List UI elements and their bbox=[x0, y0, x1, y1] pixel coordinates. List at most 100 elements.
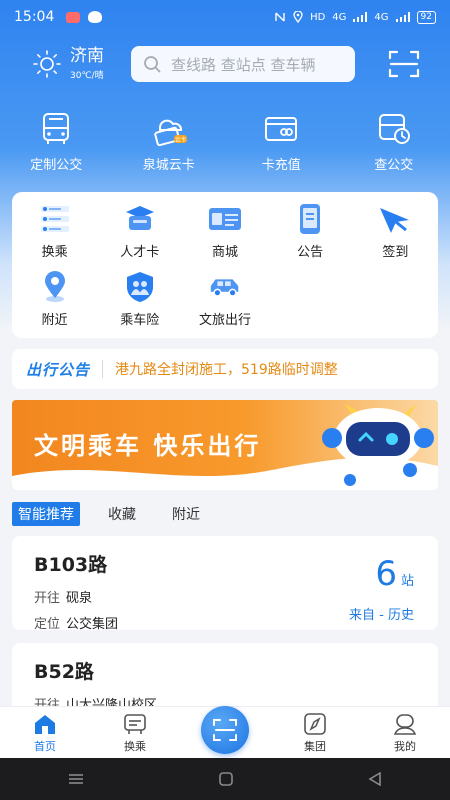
quick-label: 定制公交 bbox=[30, 158, 83, 173]
quick-card-recharge[interactable]: 卡充值 bbox=[225, 110, 338, 173]
nav-transfer[interactable]: 换乘 bbox=[90, 707, 180, 758]
tour-car-icon bbox=[210, 279, 239, 297]
banner-slogan: 文明乘车 快乐出行 bbox=[34, 432, 262, 460]
nfc-icon bbox=[275, 12, 285, 22]
service-transfer[interactable]: 换乘 bbox=[12, 204, 97, 272]
route-name: B52路 bbox=[34, 661, 94, 683]
nearby-icon bbox=[44, 271, 65, 302]
loc-label: 定位 bbox=[34, 617, 61, 632]
robot-mascot-icon bbox=[322, 404, 434, 490]
cloud-card-icon: 云卡 bbox=[154, 119, 187, 147]
service-mall[interactable]: 商城 bbox=[182, 204, 267, 272]
profile-icon bbox=[393, 714, 417, 735]
service-label: 文旅出行 bbox=[198, 313, 251, 328]
dest-value: 砚泉 bbox=[66, 591, 93, 606]
notice-tag: 出行公告 bbox=[26, 360, 91, 379]
announcement-icon bbox=[300, 204, 321, 234]
route-name: B103路 bbox=[34, 554, 108, 576]
app-notification-icon bbox=[88, 11, 103, 23]
cloud-card-badge: 云卡 bbox=[175, 136, 187, 144]
nav-label: 换乘 bbox=[124, 740, 146, 753]
route-source: 来自 - 历史 bbox=[349, 608, 414, 623]
qr-scan-icon bbox=[213, 719, 237, 741]
system-nav-bar bbox=[0, 758, 450, 800]
status-time: 15:04 bbox=[14, 9, 55, 25]
service-label: 公告 bbox=[297, 245, 324, 260]
checkin-icon bbox=[380, 208, 410, 233]
service-tour-travel[interactable]: 文旅出行 bbox=[182, 272, 267, 340]
transfer-nav-icon bbox=[124, 714, 146, 734]
menu-icon[interactable] bbox=[68, 773, 84, 785]
service-checkin[interactable]: 签到 bbox=[353, 204, 438, 272]
dest-label: 开往 bbox=[34, 591, 61, 606]
eta-unit: 站 bbox=[400, 574, 414, 589]
signal-1: 4G bbox=[332, 11, 347, 23]
insurance-icon bbox=[126, 272, 153, 302]
top-header: 济南 30℃/晴 查线路 查站点 查车辆 bbox=[0, 40, 450, 88]
home-square-icon[interactable] bbox=[219, 772, 233, 786]
route-card[interactable]: B103路 开往 砚泉 定位 公交集团 6 站 来自 - 历史 bbox=[12, 536, 438, 632]
bus-query-icon bbox=[378, 114, 410, 144]
card-recharge-icon bbox=[265, 117, 298, 141]
nav-profile[interactable]: 我的 bbox=[360, 707, 450, 758]
service-announcement[interactable]: 公告 bbox=[268, 204, 353, 272]
home-icon bbox=[35, 715, 55, 734]
bus-icon bbox=[43, 113, 70, 144]
loc-value: 公交集团 bbox=[66, 617, 119, 632]
nav-home[interactable]: 首页 bbox=[0, 707, 90, 758]
quick-bus-query[interactable]: 查公交 bbox=[338, 110, 450, 173]
service-label: 乘车险 bbox=[120, 313, 160, 328]
service-label: 换乘 bbox=[41, 245, 68, 260]
video-notification-icon bbox=[66, 11, 81, 23]
services-card: 换乘 人才卡 商城 公告 签到 附近 乘车险 文旅出行 bbox=[12, 192, 438, 338]
mall-icon bbox=[208, 208, 241, 230]
status-bar: 15:04 HD 4G 4G 92 bbox=[0, 0, 450, 34]
service-label: 人才卡 bbox=[120, 245, 160, 260]
signal-2: 4G bbox=[374, 11, 389, 23]
eta-value: 6 bbox=[375, 554, 397, 594]
nav-group[interactable]: 集团 bbox=[270, 707, 360, 758]
recommend-tabs: 智能推荐 收藏 附近 bbox=[12, 502, 236, 526]
quick-label: 查公交 bbox=[374, 158, 414, 173]
nav-label: 我的 bbox=[394, 740, 416, 753]
transfer-icon bbox=[40, 206, 69, 232]
search-placeholder: 查线路 查站点 查车辆 bbox=[171, 55, 316, 74]
nav-label: 集团 bbox=[304, 740, 326, 753]
nav-label: 首页 bbox=[34, 740, 56, 753]
quick-label: 卡充值 bbox=[261, 158, 301, 173]
sun-icon bbox=[33, 50, 61, 78]
scan-button[interactable] bbox=[201, 706, 249, 754]
notice-divider bbox=[102, 360, 104, 378]
service-insurance[interactable]: 乘车险 bbox=[97, 272, 182, 340]
weather-temp: 30℃/晴 bbox=[70, 71, 104, 81]
battery-indicator: 92 bbox=[416, 10, 436, 24]
quick-actions: 定制公交 云卡 泉城云卡 卡充值 查公交 bbox=[0, 110, 450, 173]
notice-message: 港九路全封闭施工，519路临时调整 bbox=[115, 362, 338, 378]
search-icon bbox=[144, 56, 161, 73]
route-eta: 6 站 bbox=[375, 554, 414, 594]
service-nearby[interactable]: 附近 bbox=[12, 271, 97, 340]
service-label: 附近 bbox=[41, 313, 68, 328]
signal-bars-icon bbox=[353, 12, 368, 22]
scan-icon[interactable] bbox=[388, 49, 420, 79]
service-talent-card[interactable]: 人才卡 bbox=[97, 204, 182, 272]
promo-banner[interactable]: 文明乘车 快乐出行 bbox=[12, 400, 438, 490]
quick-custom-bus[interactable]: 定制公交 bbox=[0, 110, 113, 173]
tab-nearby[interactable]: 附近 bbox=[172, 504, 200, 524]
tab-smart-recommend[interactable]: 智能推荐 bbox=[12, 502, 80, 526]
weather-widget[interactable]: 济南 30℃/晴 bbox=[32, 47, 104, 81]
service-label: 商城 bbox=[211, 245, 238, 260]
city-name: 济南 bbox=[70, 46, 104, 66]
quick-cloud-card[interactable]: 云卡 泉城云卡 bbox=[113, 110, 226, 173]
location-status-icon bbox=[293, 11, 303, 23]
signal-bars-2-icon bbox=[395, 12, 410, 22]
back-icon[interactable] bbox=[368, 772, 382, 786]
compass-icon bbox=[304, 713, 326, 735]
search-input[interactable]: 查线路 查站点 查车辆 bbox=[131, 46, 355, 82]
service-label: 签到 bbox=[382, 245, 409, 260]
network-hd: HD bbox=[310, 11, 326, 23]
tab-favorites[interactable]: 收藏 bbox=[108, 504, 136, 524]
quick-label: 泉城云卡 bbox=[142, 158, 195, 173]
notice-bar[interactable]: 出行公告 港九路全封闭施工，519路临时调整 bbox=[12, 349, 438, 389]
talent-card-icon bbox=[125, 206, 154, 230]
